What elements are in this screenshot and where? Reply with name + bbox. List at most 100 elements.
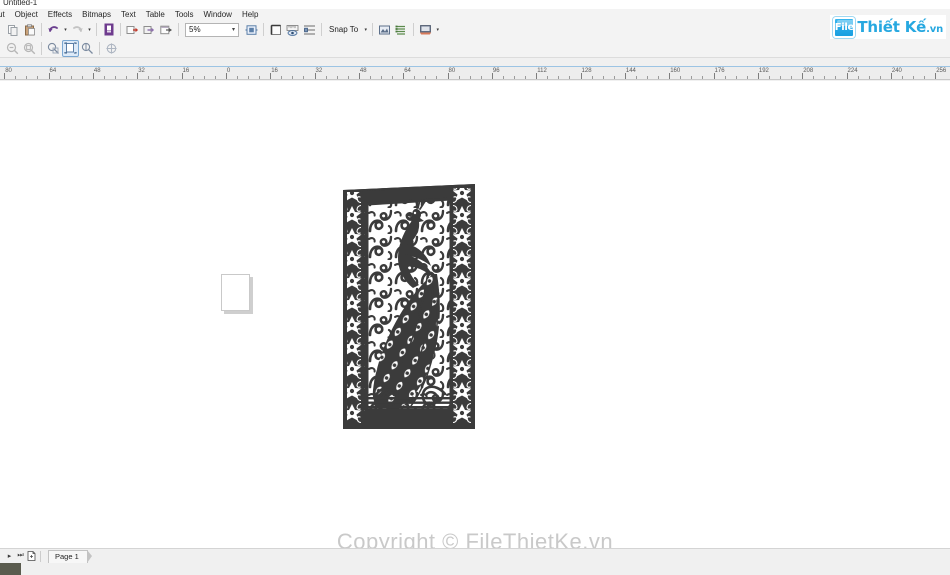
menu-table[interactable]: Table: [141, 9, 170, 20]
ruler-minor-tick: [824, 76, 826, 79]
application-launcher-button[interactable]: [417, 21, 434, 38]
zoom-to-selected-button[interactable]: [45, 40, 62, 57]
first-page-button[interactable]: ▸: [4, 550, 15, 563]
chevron-down-icon[interactable]: ▾: [232, 24, 235, 36]
drawing-page[interactable]: [221, 274, 250, 311]
ruler-label: 224: [847, 68, 858, 74]
ruler-label: 16: [271, 68, 278, 74]
grid-button[interactable]: [301, 21, 318, 38]
import-button[interactable]: [124, 21, 141, 38]
undo-dropdown-arrow[interactable]: ▾: [62, 21, 69, 38]
options-icon: [378, 24, 391, 36]
ruler-minor-tick: [901, 76, 903, 79]
copyright-watermark: Copyright © FileThietKe.vn: [336, 529, 614, 548]
copy-icon: [7, 24, 19, 36]
menu-tools[interactable]: Tools: [170, 9, 199, 20]
coreldraw-application-window: Untitled-1 ut Object Effects Bitmaps Tex…: [0, 0, 950, 575]
copy-button[interactable]: [4, 21, 21, 38]
logo-name-primary: Thiết Kế: [857, 18, 927, 36]
drawing-canvas[interactable]: Copyright © FileThietKe.vn: [0, 81, 950, 548]
ruler-minor-tick: [26, 76, 28, 79]
menu-window[interactable]: Window: [199, 9, 237, 20]
snap-to-dropdown-arrow[interactable]: ▾: [362, 21, 369, 38]
undo-button[interactable]: [45, 21, 62, 38]
zoom-to-page-button[interactable]: [62, 39, 79, 57]
ruler-minor-tick: [336, 76, 338, 79]
ruler-minor-tick: [236, 76, 238, 79]
view-rulers-icon: [286, 24, 299, 36]
full-screen-preview-button[interactable]: [243, 21, 260, 38]
zoom-to-page-width-icon: [81, 42, 94, 55]
page-border-icon: [270, 24, 282, 36]
paste-button[interactable]: [21, 21, 38, 38]
zoom-out-icon: [6, 42, 19, 55]
status-bar: [0, 563, 950, 575]
fill-color-swatch[interactable]: [0, 563, 21, 575]
ruler-minor-tick: [602, 76, 604, 79]
object-manager-icon: [395, 24, 408, 36]
zoom-to-selected-icon: [47, 42, 60, 55]
redo-dropdown-arrow[interactable]: ▾: [86, 21, 93, 38]
ruler-label: 112: [537, 68, 547, 74]
ruler-minor-tick: [558, 76, 560, 79]
zoom-out-button[interactable]: [4, 40, 21, 57]
add-page-button[interactable]: [26, 550, 37, 563]
snap-to-menu[interactable]: Snap To: [325, 21, 362, 38]
ruler-label: 48: [359, 68, 367, 74]
ruler-minor-tick: [214, 76, 216, 79]
ruler-label: 176: [714, 68, 725, 74]
ruler-minor-tick: [381, 76, 383, 79]
ruler-label: 256: [936, 68, 947, 74]
application-launcher-dropdown-arrow[interactable]: ▾: [434, 21, 441, 38]
menu-text[interactable]: Text: [116, 9, 141, 20]
menu-help[interactable]: Help: [237, 9, 263, 20]
horizontal-ruler[interactable]: 80 64 48 32 16 0 16 32 48 64 80 96 112 128 144 160 176 19…: [0, 66, 950, 80]
grid-icon: [303, 24, 316, 36]
ruler-minor-tick: [480, 76, 482, 79]
view-rulers-button[interactable]: [284, 21, 301, 38]
redo-button[interactable]: [69, 21, 86, 38]
ruler-minor-tick: [414, 76, 416, 79]
options-button[interactable]: [376, 21, 393, 38]
ruler-minor-tick: [281, 76, 283, 79]
window-title: Untitled-1: [3, 0, 38, 7]
ruler-minor-tick: [259, 76, 261, 79]
ruler-minor-tick: [81, 76, 83, 79]
ruler-minor-tick: [658, 76, 660, 79]
zoom-level-value: 5%: [189, 24, 201, 34]
menu-layout[interactable]: ut: [0, 9, 10, 20]
menu-effects[interactable]: Effects: [43, 9, 77, 20]
ruler-label: 160: [670, 68, 681, 74]
ruler-minor-tick: [835, 76, 837, 79]
previous-page-icon: ⏭: [17, 552, 24, 559]
zoom-to-page-width-button[interactable]: [79, 40, 96, 57]
peacock-decorative-cnc-panel[interactable]: [341, 182, 477, 431]
zoom-level-combobox[interactable]: 5% ▾: [185, 22, 239, 37]
ruler-minor-tick: [924, 76, 926, 79]
export-to-button[interactable]: [158, 21, 175, 38]
zoom-to-all-objects-icon: [23, 42, 36, 55]
ruler-label: 48: [93, 68, 101, 74]
menu-object[interactable]: Object: [10, 9, 43, 20]
ruler-minor-tick: [868, 76, 870, 79]
ruler-minor-tick: [436, 76, 438, 79]
zoom-to-all-objects-button[interactable]: [21, 40, 38, 57]
zoom-target-button[interactable]: [103, 40, 120, 57]
page-tab-page-1[interactable]: Page 1: [48, 549, 92, 563]
ruler-minor-tick: [813, 76, 815, 79]
object-manager-button[interactable]: [393, 21, 410, 38]
ruler-minor-tick: [613, 76, 615, 79]
ruler-minor-tick: [768, 76, 770, 79]
ruler-minor-tick: [502, 76, 504, 79]
page-border-button[interactable]: [267, 21, 284, 38]
publish-to-pdf-button[interactable]: [100, 21, 117, 38]
ruler-minor-tick: [525, 76, 527, 79]
zoom-toolbar: [0, 39, 950, 58]
ruler-minor-tick: [469, 76, 471, 79]
paste-icon: [24, 23, 36, 36]
ruler-minor-tick: [203, 76, 205, 79]
ruler-minor-tick: [15, 76, 17, 79]
menu-bitmaps[interactable]: Bitmaps: [77, 9, 116, 20]
export-button[interactable]: [141, 21, 158, 38]
previous-page-button[interactable]: ⏭: [15, 550, 26, 563]
